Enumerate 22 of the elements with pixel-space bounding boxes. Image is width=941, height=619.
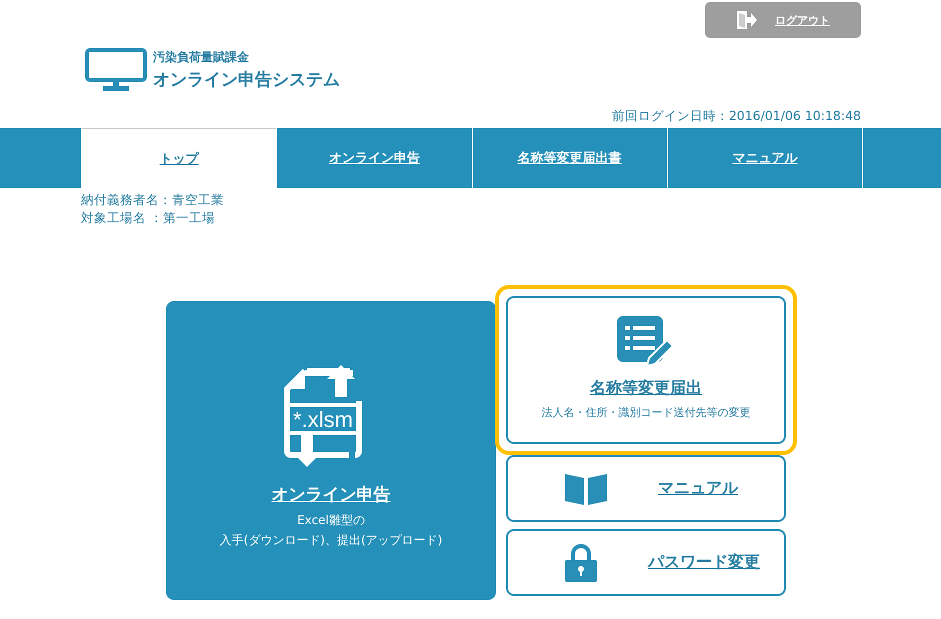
logout-icon xyxy=(735,10,757,30)
book-icon xyxy=(564,472,608,506)
manual-card[interactable]: マニュアル xyxy=(506,455,786,522)
online-filing-tile[interactable]: *.xlsm オンライン申告 Excel雛型の 入手(ダウンロード)、提出(アップロード) xyxy=(166,301,496,600)
name-change-card[interactable]: 名称等変更届出 法人名・住所・識別コード送付先等の変更 xyxy=(506,296,786,444)
tile-description: Excel雛型の 入手(ダウンロード)、提出(アップロード) xyxy=(220,512,442,549)
logo-title: オンライン申告システム xyxy=(153,69,340,91)
logout-button[interactable]: ログアウト xyxy=(705,2,861,38)
info-text: 納付義務者名：青空工業 xyxy=(81,191,225,209)
nav-tab[interactable]: オンライン申告 xyxy=(276,128,472,188)
lock-icon xyxy=(564,544,598,582)
logo-subtitle: 汚染負荷量賦課金 xyxy=(153,49,250,66)
card-description: 法人名・住所・識別コード送付先等の変更 xyxy=(542,405,750,420)
nav-tab[interactable]: 名称等変更届出書 xyxy=(472,128,667,188)
nav-tab[interactable]: マニュアル xyxy=(666,128,862,188)
icon-label: *.xlsm xyxy=(293,407,353,432)
last-login-text: 前回ログイン日時：2016/01/06 10:18:48 xyxy=(612,108,861,123)
monitor-icon xyxy=(85,48,147,92)
file-transfer-icon xyxy=(284,365,362,467)
info-text: 対象工場名 ：第一工場 xyxy=(81,209,216,227)
nav-tab[interactable]: トップ xyxy=(81,128,276,188)
password-card[interactable]: パスワード変更 xyxy=(506,529,786,596)
